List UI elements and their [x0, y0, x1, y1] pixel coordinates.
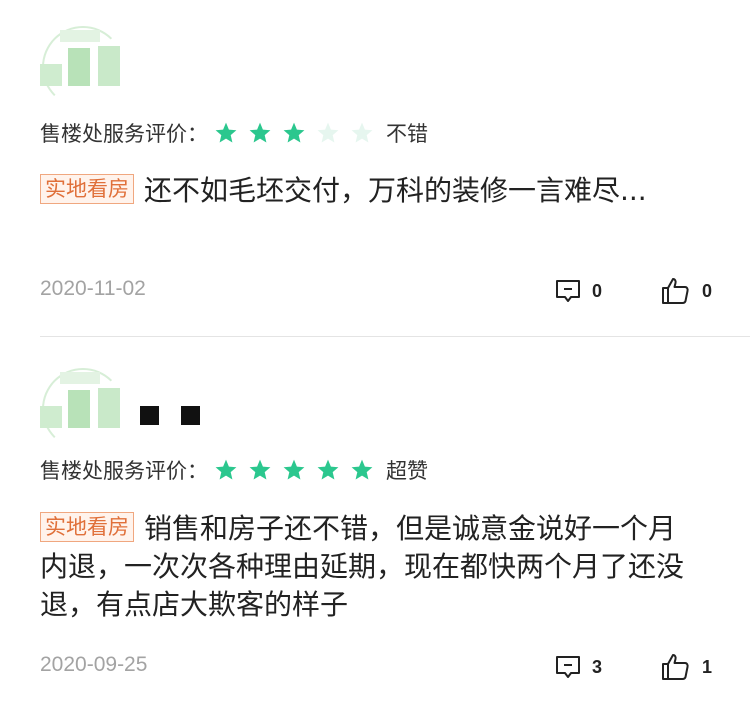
- star-rating: [214, 458, 384, 482]
- star-icon: [316, 458, 340, 482]
- rating-label: 售楼处服务评价：: [40, 459, 208, 483]
- review-date: 2020-09-25: [40, 653, 148, 676]
- star-icon: [350, 458, 374, 482]
- review-item: 售楼处服务评价： 超赞 实地看房 销售和房子还不错，但是诚意金说好一个月内退，一次…: [40, 338, 750, 715]
- avatar-pixel: [98, 46, 120, 86]
- avatar[interactable]: [40, 368, 136, 450]
- review-text: 还不如毛坯交付，万科的装修一言难尽...: [144, 174, 647, 207]
- redaction-block: [140, 406, 159, 425]
- thumbs-up-icon: [660, 275, 692, 307]
- star-icon: [214, 458, 238, 482]
- rating-text: 不错: [386, 122, 428, 146]
- like-count: 1: [702, 656, 713, 677]
- star-icon: [248, 121, 272, 145]
- review-content: 实地看房 销售和房子还不错，但是诚意金说好一个月内退，一次次各种理由延期，现在都快…: [40, 510, 700, 624]
- comment-count: 0: [592, 280, 603, 301]
- star-icon: [248, 458, 272, 482]
- like-count: 0: [702, 280, 713, 301]
- redaction-block: [181, 406, 200, 425]
- star-icon: [214, 121, 238, 145]
- star-icon: [316, 121, 340, 145]
- review-date: 2020-11-02: [40, 277, 146, 300]
- star-icon: [282, 458, 306, 482]
- avatar-pixel: [40, 64, 62, 86]
- avatar-pixel: [60, 30, 100, 42]
- review-footer: 2020-09-25 3 1: [40, 649, 720, 685]
- avatar[interactable]: [40, 26, 136, 108]
- comment-count: 3: [592, 656, 603, 677]
- rating-row: 售楼处服务评价： 超赞: [40, 455, 428, 485]
- rating-row: 售楼处服务评价： 不错: [40, 118, 428, 148]
- avatar-pixel: [98, 388, 120, 428]
- avatar-pixel: [40, 406, 62, 428]
- like-button[interactable]: 0: [660, 273, 712, 309]
- review-item: 售楼处服务评价： 不错 实地看房 还不如毛坯交付，万科的装修一言难尽... 202…: [40, 0, 750, 336]
- visit-tag: 实地看房: [40, 512, 134, 542]
- review-footer: 2020-11-02 0 0: [40, 273, 720, 309]
- thumbs-up-icon: [660, 651, 692, 683]
- avatar-pixel: [68, 48, 90, 86]
- review-list: 售楼处服务评价： 不错 实地看房 还不如毛坯交付，万科的装修一言难尽... 202…: [0, 0, 750, 715]
- divider: [40, 336, 750, 337]
- like-button[interactable]: 1: [660, 649, 712, 685]
- rating-text: 超赞: [386, 459, 428, 483]
- review-text: 销售和房子还不错，但是诚意金说好一个月内退，一次次各种理由延期，现在都快两个月了…: [40, 512, 685, 621]
- comment-button[interactable]: 3: [554, 649, 602, 685]
- comment-icon: [554, 653, 582, 681]
- comment-icon: [554, 277, 582, 305]
- avatar-pixel: [68, 390, 90, 428]
- review-content: 实地看房 还不如毛坯交付，万科的装修一言难尽...: [40, 172, 700, 210]
- star-icon: [282, 121, 306, 145]
- comment-button[interactable]: 0: [554, 273, 602, 309]
- star-rating: [214, 121, 384, 145]
- avatar-pixel: [60, 372, 100, 384]
- star-icon: [350, 121, 374, 145]
- rating-label: 售楼处服务评价：: [40, 122, 208, 146]
- visit-tag: 实地看房: [40, 174, 134, 204]
